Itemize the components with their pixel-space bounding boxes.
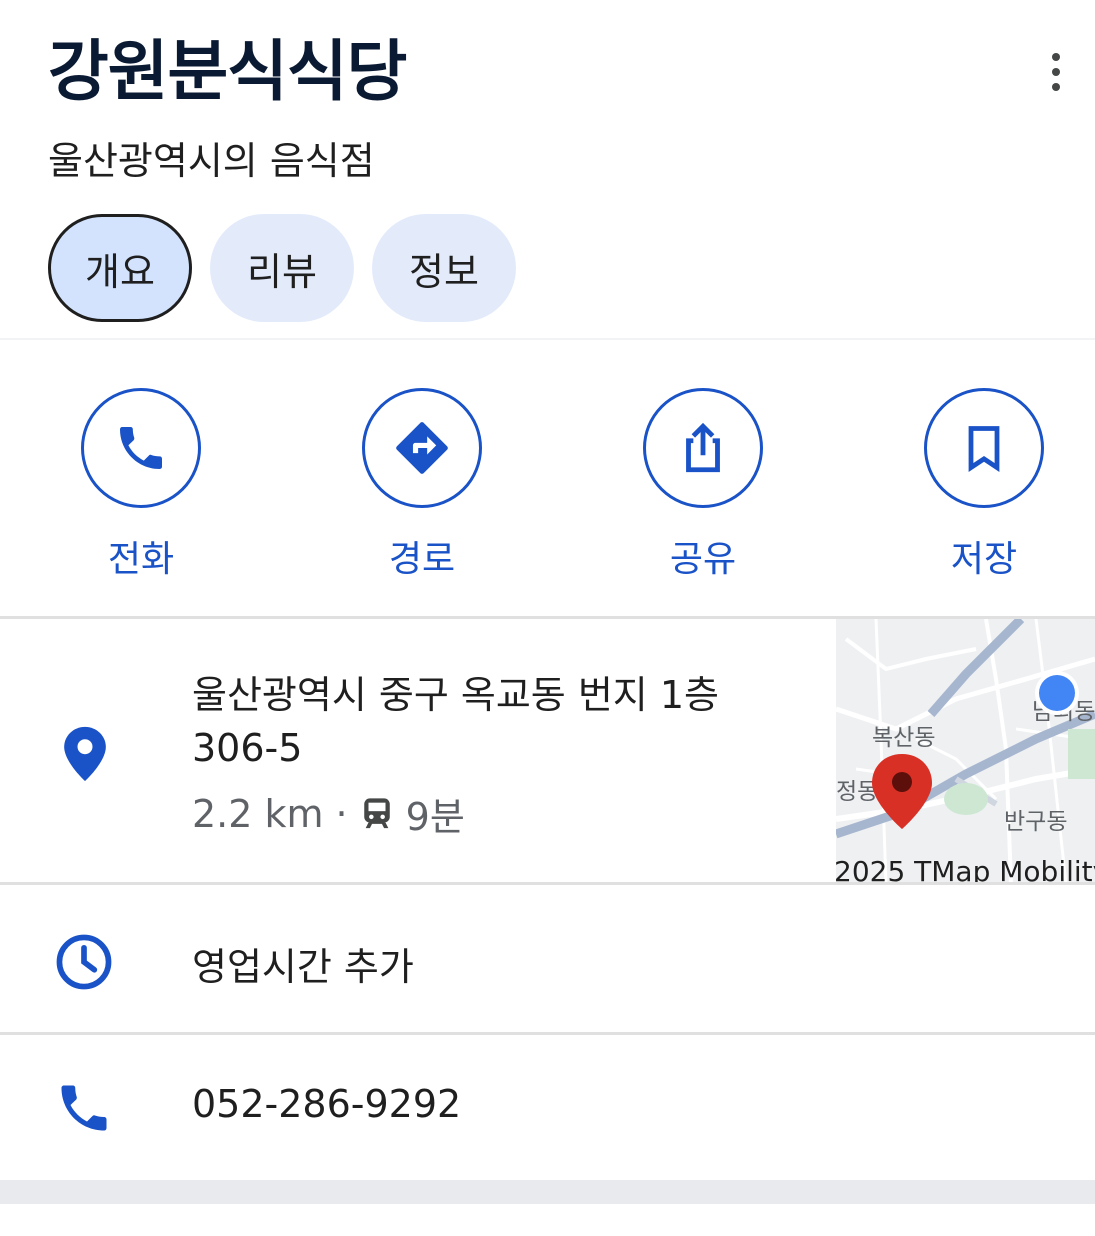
header-divider (0, 338, 1095, 340)
address-meta: 2.2 km · 9분 (192, 786, 465, 841)
tab-overview[interactable]: 개요 (48, 214, 192, 322)
action-bar: 전화 경로 공유 저장 (0, 388, 1095, 588)
current-location-dot (1039, 675, 1075, 711)
share-label: 공유 (669, 539, 737, 580)
add-hours-button[interactable]: 영업시간 추가 (192, 936, 414, 991)
distance-text: 2.2 km (192, 791, 324, 836)
place-category: 울산광역시의 음식점 (48, 139, 375, 183)
share-button[interactable]: 공유 (618, 388, 788, 582)
directions-label: 경로 (388, 539, 456, 580)
map-label-bangu: 반구동 (1004, 809, 1067, 835)
tab-reviews[interactable]: 리뷰 (210, 214, 354, 322)
save-button[interactable]: 저장 (899, 388, 1069, 582)
place-title: 강원분식식당 (48, 33, 407, 110)
save-label: 저장 (950, 539, 1018, 580)
map-attribution: 2025 TMap Mobility (836, 855, 1095, 884)
hours-divider (0, 1032, 1095, 1035)
address-line-2: 306-5 (192, 726, 303, 770)
call-button[interactable]: 전화 (56, 388, 226, 582)
map-thumbnail[interactable]: 복산동 정동 반구동 남외동 2025 TMap Mobility (836, 619, 1095, 884)
map-label-boksan: 복산동 (872, 725, 935, 751)
phone-icon (52, 1076, 116, 1140)
clock-icon (52, 930, 116, 994)
bookmark-icon (924, 388, 1044, 508)
directions-button[interactable]: 경로 (337, 388, 507, 582)
directions-icon (362, 388, 482, 508)
tab-bar: 개요 리뷰 정보 (48, 214, 516, 322)
tab-info[interactable]: 정보 (372, 214, 516, 322)
transit-time: 9분 (405, 795, 465, 839)
train-icon (360, 795, 394, 833)
section-separator (0, 1180, 1095, 1204)
address-divider (0, 882, 1095, 885)
call-label: 전화 (107, 539, 175, 580)
meta-separator: · (335, 791, 348, 836)
share-icon (643, 388, 763, 508)
location-pin-icon (58, 724, 112, 784)
more-options-icon[interactable] (1030, 48, 1082, 96)
phone-icon (81, 388, 201, 508)
address-line-1: 울산광역시 중구 옥교동 번지 1층 (192, 673, 719, 717)
map-label-jeongdong: 정동 (836, 779, 878, 805)
phone-number[interactable]: 052-286-9292 (192, 1082, 461, 1126)
